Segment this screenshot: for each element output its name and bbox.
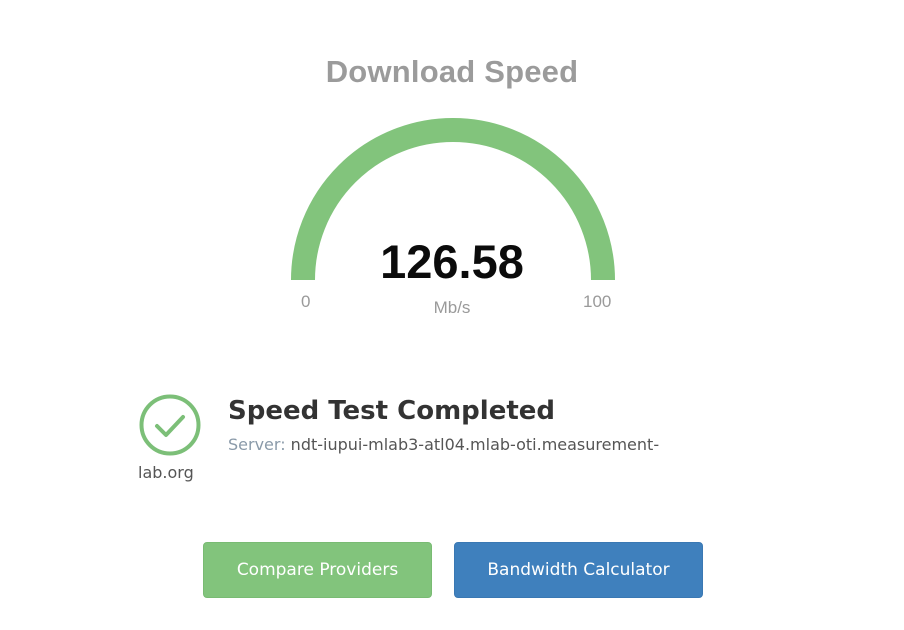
- status-title: Speed Test Completed: [228, 396, 556, 426]
- gauge-max-label: 100: [583, 292, 612, 311]
- bandwidth-calculator-button[interactable]: Bandwidth Calculator: [454, 542, 703, 598]
- speed-value: 126.58: [380, 235, 524, 288]
- check-circle-icon: [138, 393, 202, 457]
- server-name-continued: lab.org: [138, 463, 194, 482]
- compare-providers-button[interactable]: Compare Providers: [203, 542, 432, 598]
- speed-unit: Mb/s: [433, 298, 471, 317]
- server-name: ndt-iupui-mlab3-atl04.mlab-oti.measureme…: [290, 435, 660, 454]
- gauge-min-label: 0: [301, 292, 311, 311]
- page-title: Download Speed: [325, 54, 579, 89]
- server-info: Server: ndt-iupui-mlab3-atl04.mlab-oti.m…: [228, 435, 659, 454]
- speed-test-page: Download Speed 126.58 Mb/s 0 100 Speed T…: [0, 0, 904, 630]
- server-label: Server:: [228, 435, 286, 454]
